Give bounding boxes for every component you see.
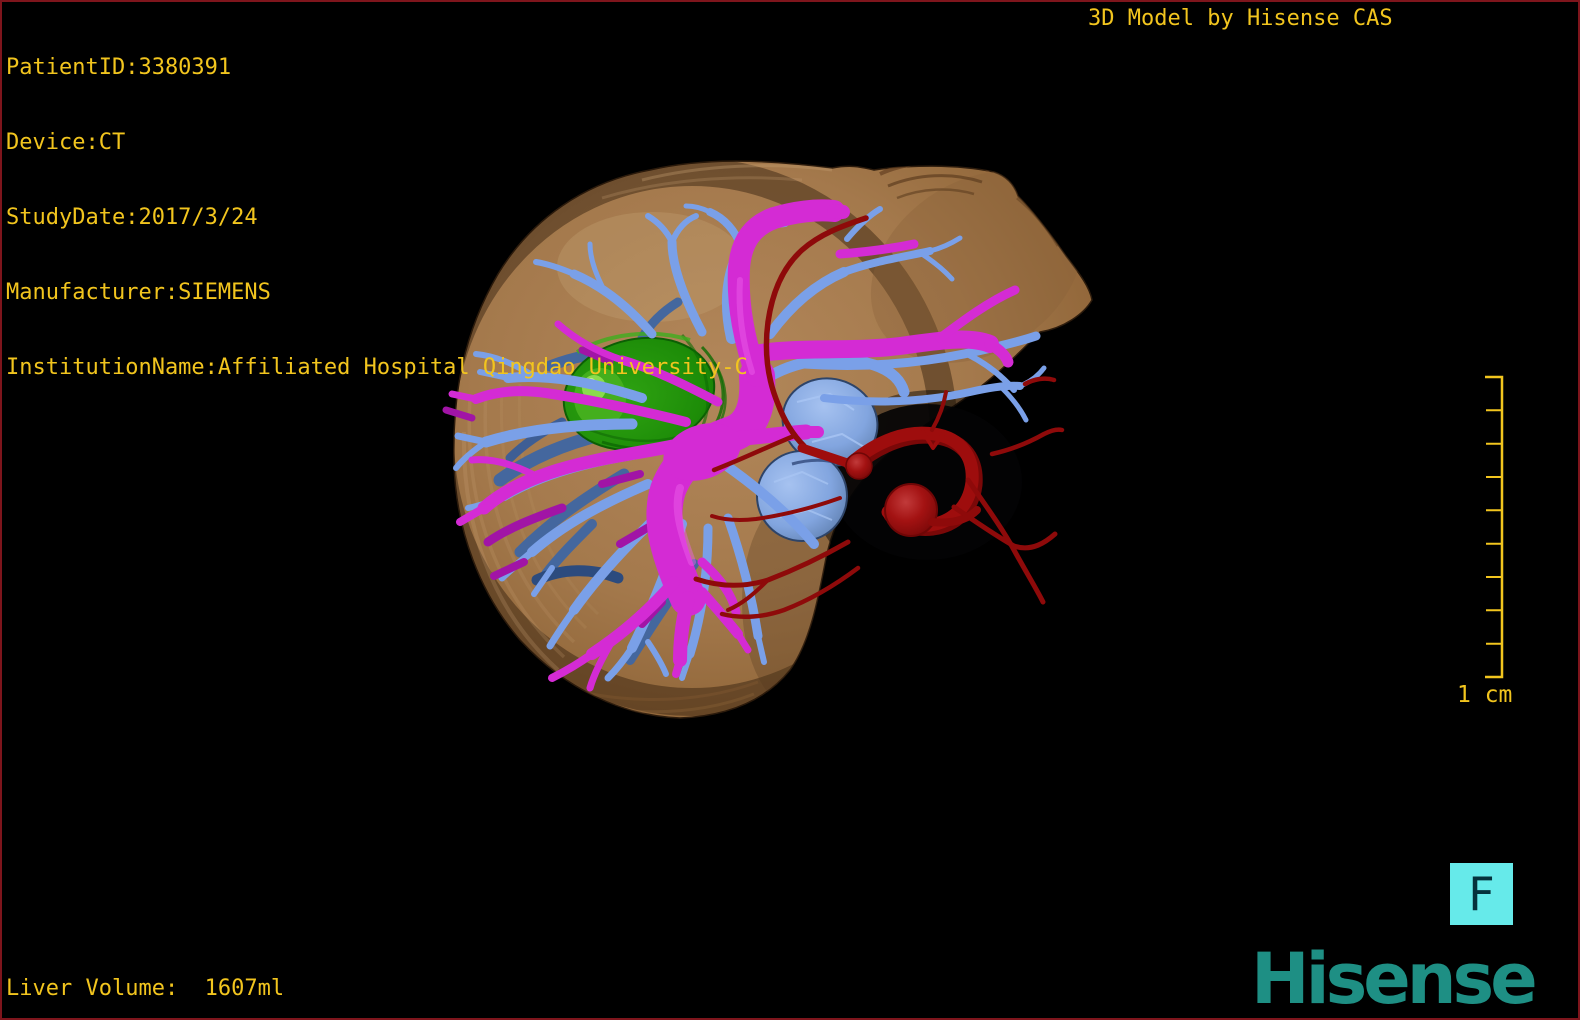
- viewer-screen: 1 cm PatientID:3380391 Device:CT StudyDa…: [0, 0, 1580, 1020]
- manufacturer-line: Manufacturer:SIEMENS: [6, 280, 271, 305]
- orientation-marker-f: F: [1450, 863, 1513, 925]
- patient-id-line: PatientID:3380391: [6, 55, 232, 80]
- scale-bar: 1 cm: [1457, 375, 1512, 708]
- scale-bar-label: 1 cm: [1457, 682, 1512, 708]
- watermark-title: 3D Model by Hisense CAS: [1088, 6, 1393, 31]
- device-line: Device:CT: [6, 130, 126, 155]
- institution-line: InstitutionName:Affiliated Hospital Qing…: [6, 355, 748, 380]
- study-date-line: StudyDate:2017/3/24: [6, 205, 258, 230]
- patient-info-block: PatientID:3380391 Device:CT StudyDate:20…: [6, 5, 748, 430]
- orientation-marker-label: F: [1468, 867, 1495, 921]
- liver-volume-readout: Liver Volume: 1607ml: [6, 976, 285, 1001]
- hisense-logo: Hisense: [1251, 938, 1538, 1020]
